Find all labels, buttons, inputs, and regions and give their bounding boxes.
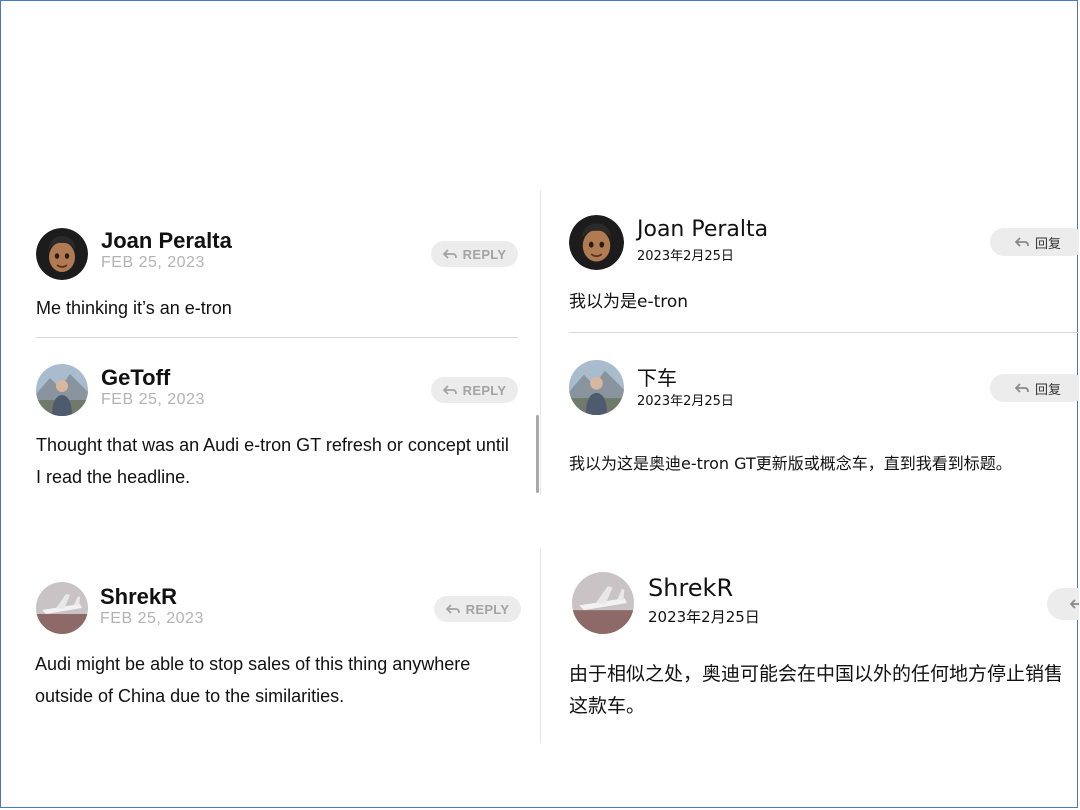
reply-button[interactable]: 回复 <box>990 228 1079 256</box>
reply-arrow-icon <box>1014 237 1029 247</box>
scrollbar-thumb[interactable] <box>536 415 539 493</box>
left-comments-lower: ShrekR FEB 25, 2023 REPLY Audi might be … <box>0 560 540 750</box>
photo-avatar-airplane[interactable] <box>572 572 634 634</box>
comment-divider <box>36 337 518 338</box>
comment-text: Audi might be able to stop sales of this… <box>35 654 471 706</box>
comment-text: Thought that was an Audi e-tron GT refre… <box>36 435 509 487</box>
reply-label: 回复 <box>1034 382 1061 398</box>
memoji-avatar[interactable] <box>569 215 624 270</box>
comment-date: 2023年2月25日 <box>637 249 734 264</box>
left-comments-upper: Joan Peralta FEB 25, 2023 REPLY Me think… <box>0 190 540 510</box>
reply-label: REPLY <box>462 246 507 262</box>
reply-button[interactable]: REPLY <box>431 377 518 403</box>
comment-date: FEB 25, 2023 <box>101 391 205 408</box>
comment-date: FEB 25, 2023 <box>100 610 204 627</box>
comment-date: FEB 25, 2023 <box>101 254 205 271</box>
comment-divider <box>569 332 1079 333</box>
comment-text: 我以为是e-tron <box>569 292 689 312</box>
comment-date: 2023年2月25日 <box>648 608 760 626</box>
reply-arrow-icon <box>1014 383 1029 393</box>
comment-author[interactable]: Joan Peralta <box>637 217 768 242</box>
comment-text: 我以为这是奥迪e-tron GT更新版或概念车，直到我看到标题。 <box>569 454 1012 473</box>
reply-button[interactable]: REPLY <box>431 241 518 267</box>
photo-avatar-airplane[interactable] <box>36 582 88 634</box>
reply-arrow-icon <box>442 385 457 395</box>
comment-author[interactable]: ShrekR <box>648 574 733 602</box>
reply-label: 回复 <box>1034 236 1061 252</box>
photo-avatar-person[interactable] <box>569 360 624 415</box>
photo-avatar-person[interactable] <box>36 364 88 416</box>
reply-arrow-icon <box>445 604 460 614</box>
reply-label: REPLY <box>465 601 510 617</box>
comment-date: 2023年2月25日 <box>637 394 734 409</box>
reply-button[interactable]: 回复 <box>990 374 1079 402</box>
comment-author[interactable]: 下车 <box>637 362 677 391</box>
comment-author[interactable]: ShrekR <box>100 584 177 610</box>
comment-author[interactable]: GeToff <box>101 365 170 391</box>
memoji-avatar[interactable] <box>36 228 88 280</box>
reply-button[interactable]: REPLY <box>434 596 521 622</box>
comment-text: 由于相似之处，奥迪可能会在中国以外的任何地方停止销售这款车。 <box>569 663 1064 717</box>
right-comments-upper: Joan Peralta 2023年2月25日 回复 我以为是e-tron 下车… <box>541 190 1079 510</box>
comment-author[interactable]: Joan Peralta <box>101 228 232 254</box>
comment-text: Me thinking it’s an e-tron <box>36 298 232 318</box>
reply-arrow-icon <box>1070 599 1079 609</box>
reply-label: REPLY <box>462 382 507 398</box>
reply-button[interactable] <box>1047 588 1079 620</box>
right-comments-lower: ShrekR 2023年2月25日 由于相似之处，奥迪可能会在中国以外的任何地方… <box>541 560 1079 750</box>
reply-arrow-icon <box>442 249 457 259</box>
